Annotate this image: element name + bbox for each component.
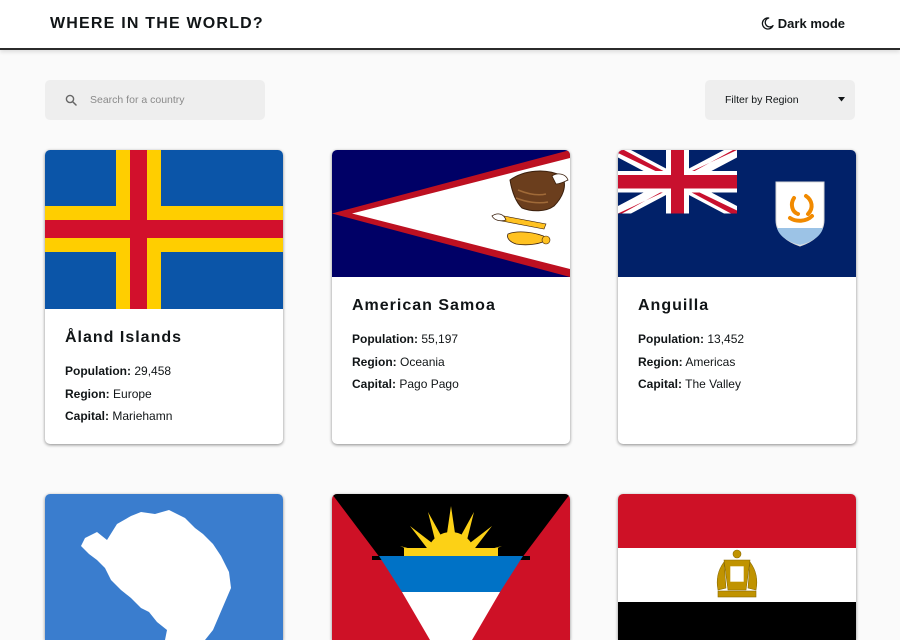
app-title: WHERE IN THE WORLD?: [50, 15, 264, 32]
capital-row: Capital: Pago Pago: [352, 377, 550, 391]
country-card-antigua-and-barbuda[interactable]: [332, 494, 570, 640]
capital-row: Capital: The Valley: [638, 377, 836, 391]
region-filter-label: Filter by Region: [725, 94, 799, 106]
country-name: American Samoa: [352, 297, 496, 314]
american-samoa-flag: [332, 150, 570, 277]
region-label: Region:: [352, 354, 397, 369]
search-box[interactable]: [45, 80, 265, 120]
population-label: Population:: [638, 332, 704, 346]
region-row: Region: Europe: [65, 387, 263, 401]
country-card-american-samoa[interactable]: American Samoa Population: 55,197 Region…: [332, 150, 570, 444]
population-row: Population: 55,197: [352, 332, 550, 346]
antarctica-flag: [45, 494, 283, 640]
region-value: Americas: [685, 354, 736, 369]
capital-label: Capital:: [638, 377, 683, 391]
country-name: Anguilla: [638, 297, 710, 314]
capital-value: Mariehamn: [112, 409, 173, 423]
region-row: Region: Americas: [638, 355, 836, 369]
region-label: Region:: [65, 386, 110, 401]
region-filter-dropdown[interactable]: Filter by Region: [705, 80, 855, 120]
country-card-egypt[interactable]: [618, 494, 856, 640]
capital-label: Capital:: [65, 409, 110, 423]
capital-value: Pago Pago: [399, 377, 459, 391]
moon-icon: [761, 17, 774, 30]
population-row: Population: 13,452: [638, 332, 836, 346]
capital-value: The Valley: [685, 377, 741, 391]
egypt-flag: [618, 494, 856, 640]
population-value: 13,452: [707, 332, 745, 346]
caret-down-icon: [838, 97, 845, 102]
anguilla-flag: [618, 150, 856, 277]
region-label: Region:: [638, 354, 683, 369]
region-value: Oceania: [400, 354, 445, 369]
aland-flag: [45, 150, 283, 309]
dark-mode-label: Dark mode: [777, 16, 845, 31]
search-icon: [65, 94, 77, 106]
country-name: Åland Islands: [65, 329, 183, 346]
country-card-anguilla[interactable]: Anguilla Population: 13,452 Region: Amer…: [618, 150, 856, 444]
population-label: Population:: [352, 332, 418, 346]
antigua-and-barbuda-flag: [332, 494, 570, 640]
header: WHERE IN THE WORLD? Dark mode: [0, 0, 900, 50]
region-value: Europe: [113, 386, 152, 401]
population-value: 55,197: [421, 332, 459, 346]
population-row: Population: 29,458: [65, 364, 263, 378]
population-value: 29,458: [134, 364, 172, 378]
country-card-aland-islands[interactable]: Åland Islands Population: 29,458 Region:…: [45, 150, 283, 444]
dark-mode-toggle[interactable]: Dark mode: [761, 16, 845, 31]
population-label: Population:: [65, 364, 131, 378]
capital-label: Capital:: [352, 377, 397, 391]
capital-row: Capital: Mariehamn: [65, 409, 263, 423]
region-row: Region: Oceania: [352, 355, 550, 369]
search-input[interactable]: [90, 80, 255, 120]
country-card-antarctica[interactable]: [45, 494, 283, 640]
